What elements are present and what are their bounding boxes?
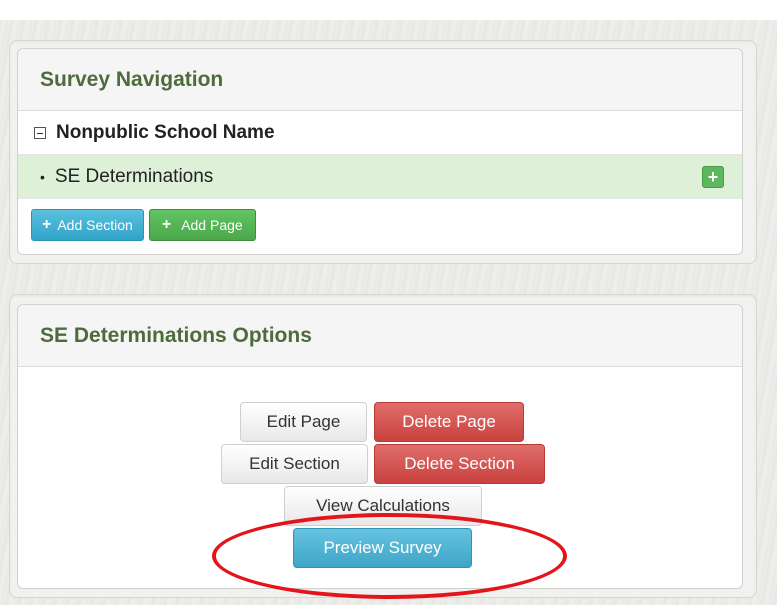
delete-page-button[interactable]: Delete Page	[374, 402, 524, 442]
survey-navigation-panel: Survey Navigation Nonpublic School Name …	[17, 48, 743, 255]
tree-root-label: Nonpublic School Name	[56, 121, 275, 143]
add-page-button[interactable]: + Add Page	[148, 209, 256, 241]
view-calculations-button[interactable]: View Calculations	[284, 486, 482, 526]
tree-item-se-determinations[interactable]: • SE Determinations +	[18, 155, 742, 199]
top-strip	[0, 0, 777, 20]
navigation-button-row: + Add Section + Add Page	[18, 199, 742, 241]
add-page-icon-button[interactable]: +	[702, 166, 724, 188]
tree-root-item[interactable]: Nonpublic School Name	[18, 111, 742, 155]
add-section-button[interactable]: + Add Section	[31, 209, 144, 241]
preview-survey-button[interactable]: Preview Survey	[293, 528, 472, 568]
plus-icon: +	[42, 216, 52, 233]
edit-section-button[interactable]: Edit Section	[221, 444, 368, 484]
navigation-panel-heading: Survey Navigation	[18, 49, 742, 111]
add-section-label: Add Section	[57, 217, 133, 233]
plus-icon: +	[161, 216, 172, 233]
navigation-panel-title: Survey Navigation	[40, 67, 224, 91]
options-panel-title: SE Determinations Options	[40, 323, 312, 347]
page: Survey Navigation Nonpublic School Name …	[0, 0, 777, 605]
collapse-icon[interactable]	[34, 126, 46, 139]
se-determinations-options-panel: SE Determinations Options Edit Page Dele…	[17, 304, 743, 589]
delete-section-button[interactable]: Delete Section	[374, 444, 545, 484]
options-body: Edit Page Delete Page Edit Section Delet…	[18, 367, 742, 588]
tree-child-label: SE Determinations	[54, 165, 214, 187]
bullet-icon: •	[40, 168, 45, 185]
options-panel-heading: SE Determinations Options	[18, 305, 742, 367]
add-page-label: Add Page	[181, 217, 243, 233]
edit-page-button[interactable]: Edit Page	[240, 402, 367, 442]
